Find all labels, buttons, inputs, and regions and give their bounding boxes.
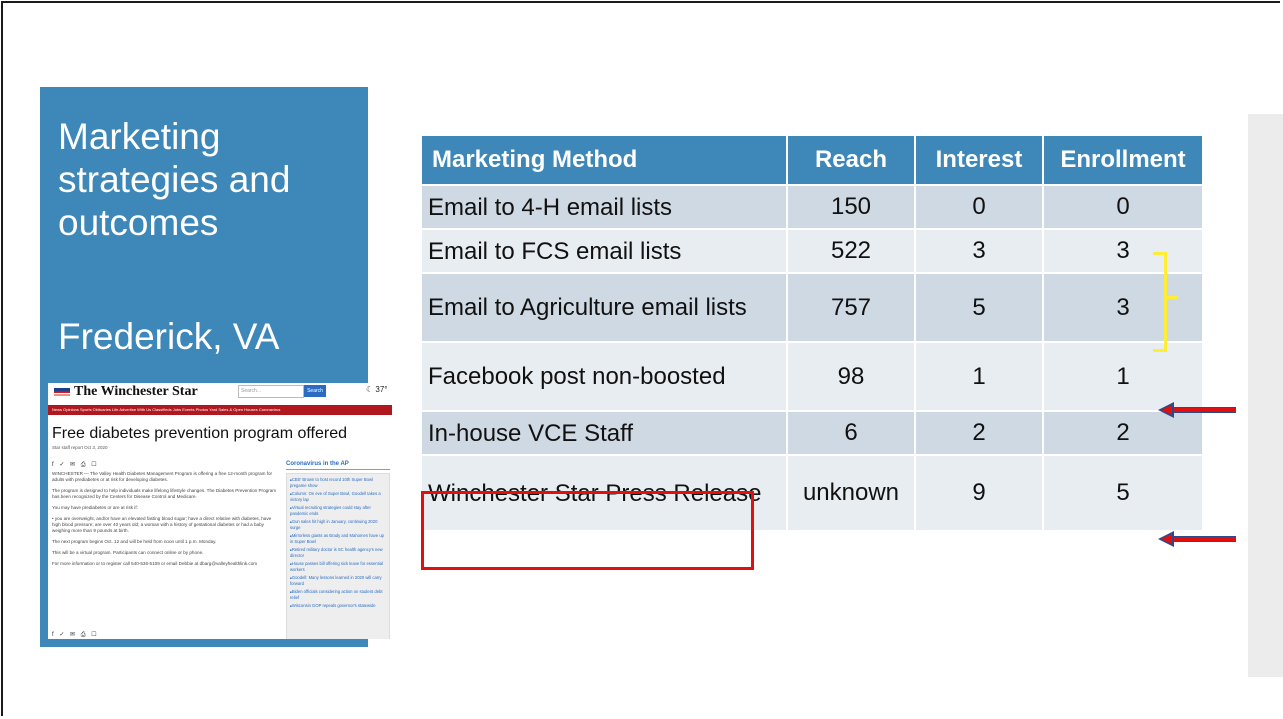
press-release-arrow-icon	[1158, 531, 1236, 547]
cell-method: Email to 4-H email lists	[422, 186, 788, 230]
sidebar-link[interactable]: Biden officials considering action on st…	[290, 589, 386, 600]
sidebar-link[interactable]: Virtual recruiting strategies could stay…	[290, 505, 386, 516]
cell-enrollment: 1	[1044, 343, 1204, 412]
newspaper-nav[interactable]: News Opinions Sports Obituaries Life Adv…	[48, 405, 392, 415]
cell-interest: 0	[916, 186, 1044, 230]
cell-method: In-house VCE Staff	[422, 412, 788, 456]
cell-method: Facebook post non-boosted	[422, 343, 788, 412]
article-paragraph: You may have prediabetes or are at risk …	[52, 505, 138, 510]
table-row: Facebook post non-boosted 98 1 1	[422, 343, 1204, 412]
cell-reach: 150	[788, 186, 916, 230]
share-icons-bottom[interactable]: f ✓ ✉ ⎙ ☐	[52, 631, 99, 639]
article-paragraph: For more information or to register call…	[52, 561, 258, 566]
share-icons[interactable]: f ✓ ✉ ⎙ ☐	[52, 461, 99, 469]
article-sidebar: Coronavirus in the AP CBS' Brown to host…	[286, 461, 390, 639]
slide-title: Marketing strategies and outcomes	[58, 116, 291, 243]
sidebar-link[interactable]: Retired military doctor is SC health age…	[290, 547, 386, 558]
cell-interest: 5	[916, 274, 1044, 343]
cell-interest: 1	[916, 343, 1044, 412]
header-enrollment: Enrollment	[1044, 136, 1204, 186]
cell-enrollment: 5	[1044, 456, 1204, 532]
sidebar-title: Coronavirus in the AP	[286, 461, 390, 470]
cell-method: Email to FCS email lists	[422, 230, 788, 274]
weather-icon: ☾	[366, 385, 376, 394]
email-lists-bracket	[1153, 252, 1178, 352]
facebook-arrow-icon	[1158, 402, 1236, 418]
article-body: WINCHESTER — The Valley Health Diabetes …	[52, 471, 278, 572]
cell-reach: 522	[788, 230, 916, 274]
right-edge-panel	[1248, 114, 1283, 677]
sidebar-link[interactable]: Mirrorless giants as Brady and Mahomes h…	[290, 533, 386, 544]
sidebar-link[interactable]: House passes bill offering sick leave fo…	[290, 561, 386, 572]
sidebar-link[interactable]: Wisconsin GOP repeals governor's statewi…	[290, 603, 386, 609]
newspaper-logo: The Winchester Star	[74, 384, 198, 399]
newspaper-article-screenshot: The Winchester Star Search... Search ☾ 3…	[48, 383, 392, 639]
cell-interest: 2	[916, 412, 1044, 456]
header-marketing-method: Marketing Method	[422, 136, 788, 186]
article-paragraph: The next program begins Oct. 12 and will…	[52, 539, 217, 544]
cell-reach: 98	[788, 343, 916, 412]
sidebar-link[interactable]: Column: On eve of Super Bowl, Goodell ta…	[290, 491, 386, 502]
cell-enrollment: 0	[1044, 186, 1204, 230]
cell-reach: 757	[788, 274, 916, 343]
header-interest: Interest	[916, 136, 1044, 186]
article-paragraph: This will be a virtual program. Particip…	[52, 550, 204, 555]
marketing-table: Marketing Method Reach Interest Enrollme…	[422, 136, 1204, 532]
article-paragraph: • you are overweight, and/or have an ele…	[52, 516, 272, 533]
search-button[interactable]: Search	[304, 385, 326, 397]
cell-enrollment: 3	[1044, 230, 1204, 274]
cell-reach: 6	[788, 412, 916, 456]
flag-icon	[54, 388, 70, 397]
table-row: Email to FCS email lists 522 3 3	[422, 230, 1204, 274]
weather-temperature: ☾ 37°	[366, 385, 388, 394]
press-release-highlight-box	[421, 491, 754, 570]
cell-reach: unknown	[788, 456, 916, 532]
article-paragraph: WINCHESTER — The Valley Health Diabetes …	[52, 471, 273, 482]
newspaper-header: The Winchester Star Search... Search ☾ 3…	[48, 383, 392, 401]
table-row: Email to Agriculture email lists 757 5 3	[422, 274, 1204, 343]
sidebar-link[interactable]: Goodell: Many lessons learned in 2020 wi…	[290, 575, 386, 586]
cell-method: Email to Agriculture email lists	[422, 274, 788, 343]
header-reach: Reach	[788, 136, 916, 186]
table-header-row: Marketing Method Reach Interest Enrollme…	[422, 136, 1204, 186]
table-row: In-house VCE Staff 6 2 2	[422, 412, 1204, 456]
title-panel: Marketing strategies and outcomes Freder…	[40, 87, 392, 647]
article-byline: Star staff report Oct 3, 2020	[52, 445, 108, 450]
cell-interest: 9	[916, 456, 1044, 532]
article-headline: Free diabetes prevention program offered	[52, 425, 347, 442]
article-paragraph: The program is designed to help individu…	[52, 488, 277, 499]
cell-enrollment: 2	[1044, 412, 1204, 456]
slide-subtitle: Frederick, VA	[58, 316, 280, 357]
temperature-value: 37°	[375, 385, 388, 394]
cell-interest: 3	[916, 230, 1044, 274]
sidebar-link[interactable]: Gun sales hit high in January, continuin…	[290, 519, 386, 530]
sidebar-link[interactable]: CBS' Brown to host record 10th Super Bow…	[290, 477, 386, 488]
sidebar-list: CBS' Brown to host record 10th Super Bow…	[286, 473, 390, 639]
table-row: Email to 4-H email lists 150 0 0	[422, 186, 1204, 230]
search-input[interactable]: Search...	[238, 385, 304, 398]
cell-enrollment: 3	[1044, 274, 1204, 343]
